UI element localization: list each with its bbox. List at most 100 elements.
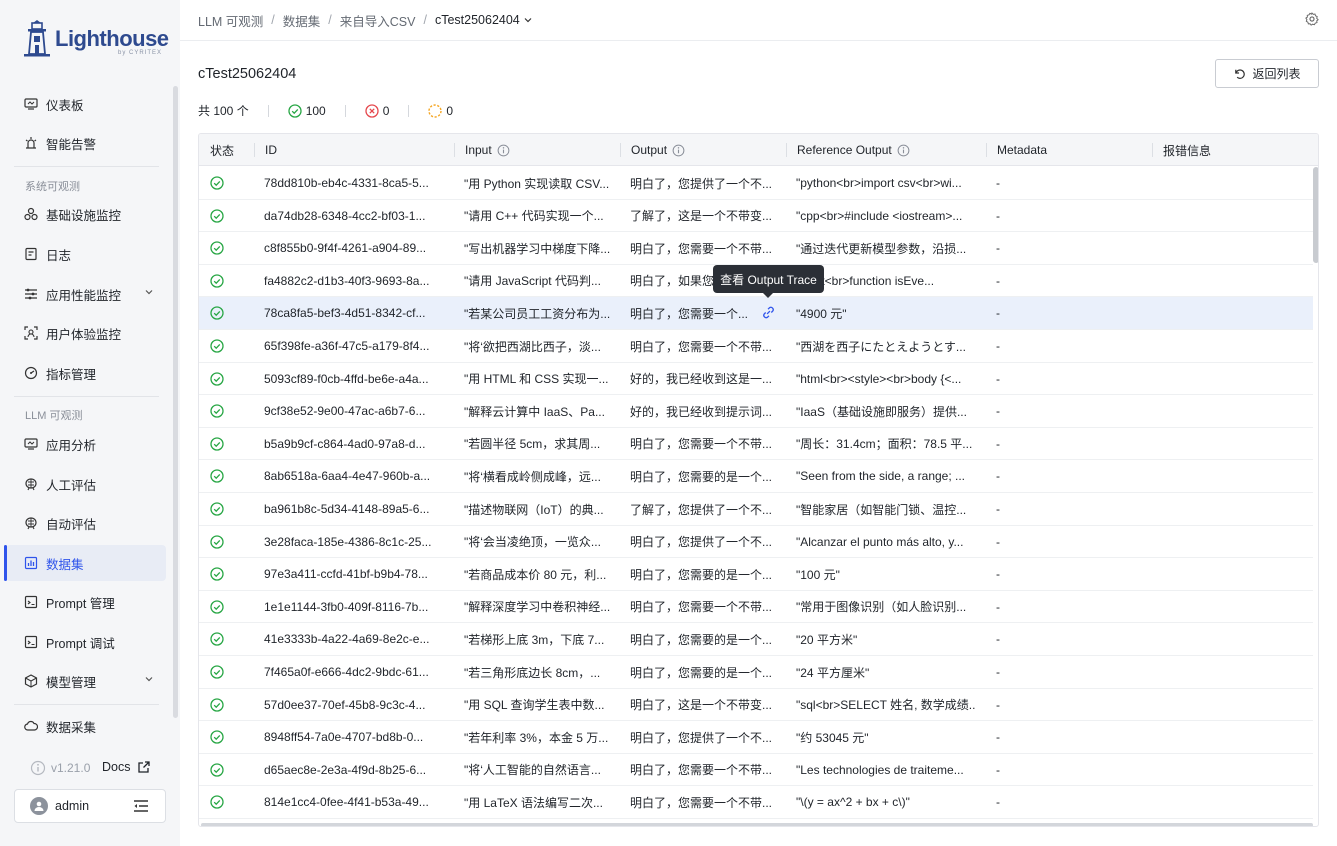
cell-id[interactable]: 78dd810b-eb4c-4331-8ca5-5... xyxy=(264,167,449,199)
cell-output[interactable]: 明白了，这是一个不带变... xyxy=(630,689,780,721)
cell-input[interactable]: "若某公司员工工资分布为... xyxy=(464,297,614,329)
cell-input[interactable]: "请用 C++ 代码实现一个... xyxy=(464,200,614,232)
breadcrumb-item[interactable]: LLM 可观测 xyxy=(198,11,263,30)
cell-input[interactable]: "将‘欲把西湖比西子，淡... xyxy=(464,330,614,362)
back-to-list-button[interactable]: 返回列表 xyxy=(1215,59,1319,88)
cell-input[interactable]: "用 HTML 和 CSS 实现一... xyxy=(464,363,614,395)
cell-input[interactable]: "若商品成本价 80 元，利... xyxy=(464,558,614,590)
cell-id[interactable]: 9cf38e52-9e00-47ac-a6b7-6... xyxy=(264,395,449,427)
cell-output[interactable]: 明白了，您需要的是一个... xyxy=(630,623,780,655)
cell-reference-output[interactable]: "100 元" xyxy=(796,558,976,590)
link-icon[interactable] xyxy=(761,305,776,320)
cell-output[interactable]: 明白了，您需要一个不带... xyxy=(630,232,780,264)
table-row[interactable]: b5a9b9cf-c864-4ad0-97a8-d... "若圆半径 5cm，求其… xyxy=(199,428,1313,461)
cell-output[interactable]: 明白了，您需要一个不带... xyxy=(630,428,780,460)
cell-output[interactable]: 明白了，您提供了一个不... xyxy=(630,167,780,199)
cell-input[interactable]: "用 Python 实现读取 CSV... xyxy=(464,167,614,199)
cell-metadata[interactable]: - xyxy=(996,754,1146,786)
brand-logo[interactable]: Lighthouse by CYRITEX xyxy=(22,18,172,62)
cell-reference-output[interactable]: "html<br><style><br>body {<... xyxy=(796,363,976,395)
cell-metadata[interactable]: - xyxy=(996,623,1146,655)
cell-output[interactable]: 明白了，您需要一个不带... xyxy=(630,591,780,623)
cell-metadata[interactable]: - xyxy=(996,460,1146,492)
cell-id[interactable]: fa4882c2-d1b3-40f3-9693-8a... xyxy=(264,265,449,297)
sidebar-item-apm[interactable]: 应用性能监控 xyxy=(6,276,166,312)
table-row[interactable]: 814e1cc4-0fee-4f41-b53a-49... "用 LaTeX 语法… xyxy=(199,786,1313,819)
cell-reference-output[interactable]: "IaaS（基础设施即服务）提供... xyxy=(796,395,976,427)
sidebar-item-metrics[interactable]: 指标管理 xyxy=(6,355,166,391)
cell-id[interactable]: 5093cf89-f0cb-4ffd-be6e-a4a... xyxy=(264,363,449,395)
table-row[interactable]: 78dd810b-eb4c-4331-8ca5-5... "用 Python 实现… xyxy=(199,167,1313,200)
cell-input[interactable]: "将‘会当凌绝顶，一览众... xyxy=(464,526,614,558)
cell-metadata[interactable]: - xyxy=(996,167,1146,199)
chevron-down-icon[interactable] xyxy=(144,674,154,684)
cell-reference-output[interactable]: "Seen from the side, a range; ... xyxy=(796,460,976,492)
cell-metadata[interactable]: - xyxy=(996,786,1146,818)
table-horizontal-scrollbar[interactable] xyxy=(201,823,1313,826)
cell-output[interactable]: 了解了，您提供了一个不... xyxy=(630,493,780,525)
cell-output[interactable]: 明白了，您需要一个... xyxy=(630,297,780,329)
cell-output[interactable]: 明白了，您需要一个不带... xyxy=(630,786,780,818)
sidebar-item-ux[interactable]: 用户体验监控 xyxy=(6,315,166,351)
cell-id[interactable]: b5a9b9cf-c864-4ad0-97a8-d... xyxy=(264,428,449,460)
cell-metadata[interactable]: - xyxy=(996,232,1146,264)
info-icon[interactable] xyxy=(897,144,910,157)
cell-reference-output[interactable]: "通过迭代更新模型参数，沿损... xyxy=(796,232,976,264)
table-row[interactable]: 8ab6518a-6aa4-4e47-960b-a... "将‘横看成岭侧成峰，远… xyxy=(199,460,1313,493)
cell-metadata[interactable]: - xyxy=(996,721,1146,753)
sidebar-scrollbar[interactable] xyxy=(173,86,178,718)
docs-link[interactable]: Docs xyxy=(102,760,151,774)
cell-reference-output[interactable]: "西湖を西子にたとえようとす... xyxy=(796,330,976,362)
user-panel[interactable]: admin xyxy=(14,789,166,823)
cell-metadata[interactable]: - xyxy=(996,526,1146,558)
cell-output[interactable]: 明白了，您需要的是一个... xyxy=(630,558,780,590)
cell-metadata[interactable]: - xyxy=(996,395,1146,427)
table-row[interactable]: 78ca8fa5-bef3-4d51-8342-cf... "若某公司员工工资分布… xyxy=(199,297,1313,330)
sidebar-item-auto-eval[interactable]: 自动评估 xyxy=(6,505,166,541)
info-icon[interactable] xyxy=(497,144,510,157)
cell-metadata[interactable]: - xyxy=(996,591,1146,623)
cell-input[interactable]: "解释深度学习中卷积神经... xyxy=(464,591,614,623)
cell-input[interactable]: "若圆半径 5cm，求其周... xyxy=(464,428,614,460)
table-row[interactable]: 8948ff54-7a0e-4707-bd8b-0... "若年利率 3%，本金 … xyxy=(199,721,1313,754)
breadcrumb-item[interactable]: 来自导入CSV xyxy=(340,11,416,30)
cell-output[interactable]: 明白了，您需要一个不带... xyxy=(630,754,780,786)
cell-reference-output[interactable]: "20 平方米" xyxy=(796,623,976,655)
cell-reference-output[interactable]: "Alcanzar el punto más alto, y... xyxy=(796,526,976,558)
cell-input[interactable]: "若三角形底边长 8cm，... xyxy=(464,656,614,688)
cell-reference-output[interactable]: "cpp<br>#include <iostream>... xyxy=(796,200,976,232)
cell-id[interactable]: 3e28faca-185e-4386-8c1c-25... xyxy=(264,526,449,558)
cell-id[interactable]: 8ab6518a-6aa4-4e47-960b-a... xyxy=(264,460,449,492)
cell-metadata[interactable]: - xyxy=(996,265,1146,297)
cell-metadata[interactable]: - xyxy=(996,493,1146,525)
cell-reference-output[interactable]: "\(y = ax^2 + bx + c\)" xyxy=(796,786,976,818)
cell-id[interactable]: 65f398fe-a36f-47c5-a179-8f4... xyxy=(264,330,449,362)
cell-metadata[interactable]: - xyxy=(996,656,1146,688)
cell-id[interactable]: 78ca8fa5-bef3-4d51-8342-cf... xyxy=(264,297,449,329)
cell-input[interactable]: "若梯形上底 3m，下底 7... xyxy=(464,623,614,655)
sidebar-item-prompt-debug[interactable]: Prompt 调试 xyxy=(6,624,166,660)
table-row[interactable]: da74db28-6348-4cc2-bf03-1... "请用 C++ 代码实现… xyxy=(199,200,1313,233)
cell-input[interactable]: "若年利率 3%，本金 5 万... xyxy=(464,721,614,753)
sidebar-item-dashboard[interactable]: 仪表板 xyxy=(6,86,166,122)
cell-output[interactable]: 明白了，您提供了一个不... xyxy=(630,721,780,753)
cell-metadata[interactable]: - xyxy=(996,689,1146,721)
cell-metadata[interactable]: - xyxy=(996,330,1146,362)
cell-input[interactable]: "写出机器学习中梯度下降... xyxy=(464,232,614,264)
sidebar-item-model-mgmt[interactable]: 模型管理 xyxy=(6,663,166,699)
table-row[interactable]: 5093cf89-f0cb-4ffd-be6e-a4a... "用 HTML 和 … xyxy=(199,363,1313,396)
cell-id[interactable]: 57d0ee37-70ef-45b8-9c3c-4... xyxy=(264,689,449,721)
cell-reference-output[interactable]: "智能家居（如智能门锁、温控... xyxy=(796,493,976,525)
cell-output[interactable]: 明白了，您需要的是一个... xyxy=(630,460,780,492)
cell-output[interactable]: 好的，我已经收到这是一... xyxy=(630,363,780,395)
cell-output[interactable]: 明白了，您提供了一个不... xyxy=(630,526,780,558)
cell-id[interactable]: d65aec8e-2e3a-4f9d-8b25-6... xyxy=(264,754,449,786)
cell-reference-output[interactable]: "周长：31.4cm；面积：78.5 平... xyxy=(796,428,976,460)
table-row[interactable]: 3e28faca-185e-4386-8c1c-25... "将‘会当凌绝顶，一览… xyxy=(199,526,1313,559)
table-row[interactable]: c8f855b0-9f4f-4261-a904-89... "写出机器学习中梯度下… xyxy=(199,232,1313,265)
cell-metadata[interactable]: - xyxy=(996,363,1146,395)
cell-reference-output[interactable]: "常用于图像识别（如人脸识别... xyxy=(796,591,976,623)
cell-reference-output[interactable]: "python<br>import csv<br>wi... xyxy=(796,167,976,199)
table-row[interactable]: d65aec8e-2e3a-4f9d-8b25-6... "将‘人工智能的自然语言… xyxy=(199,754,1313,787)
cell-metadata[interactable]: - xyxy=(996,558,1146,590)
